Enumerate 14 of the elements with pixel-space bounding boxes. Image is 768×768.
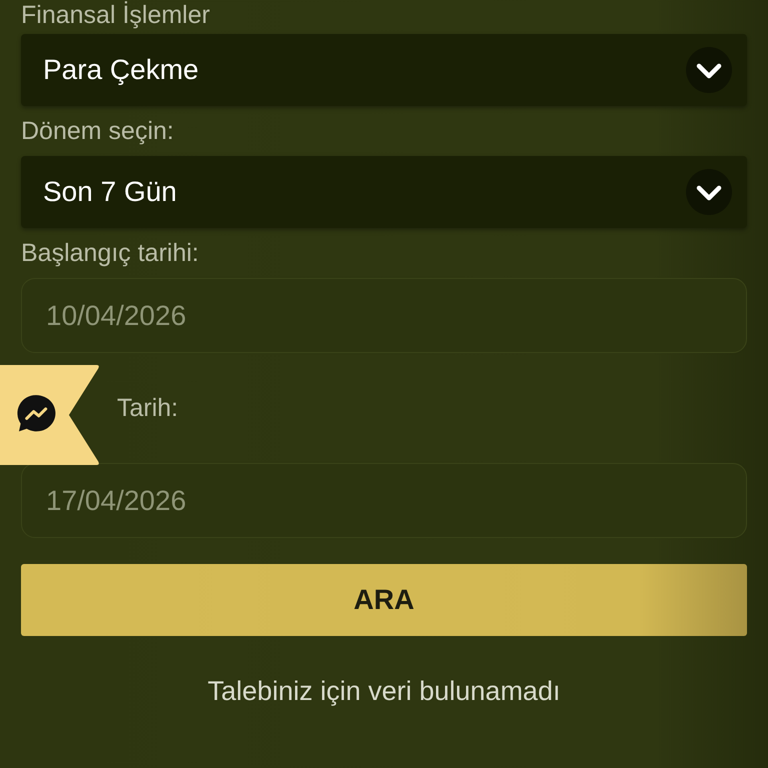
search-button[interactable]: ARA bbox=[21, 564, 747, 636]
field-label: Dönem seçin: bbox=[21, 116, 175, 146]
field-label: Finansal İşlemler bbox=[21, 0, 211, 30]
date-field[interactable]: 17/04/2026 bbox=[21, 463, 747, 538]
date-field[interactable]: 10/04/2026 bbox=[21, 278, 747, 353]
empty-message: Talebiniz için veri bulunamadı bbox=[208, 676, 560, 706]
chat-button[interactable] bbox=[0, 365, 100, 465]
field-label: Başlangıç tarihi: bbox=[21, 238, 200, 268]
field-label: Tarih: bbox=[117, 393, 180, 423]
chevron-down-icon bbox=[686, 169, 732, 215]
dropdown[interactable]: Para Çekme bbox=[21, 34, 747, 106]
messenger-icon bbox=[17, 395, 56, 432]
dropdown[interactable]: Son 7 Gün bbox=[21, 156, 747, 228]
chevron-down-icon bbox=[686, 47, 732, 93]
